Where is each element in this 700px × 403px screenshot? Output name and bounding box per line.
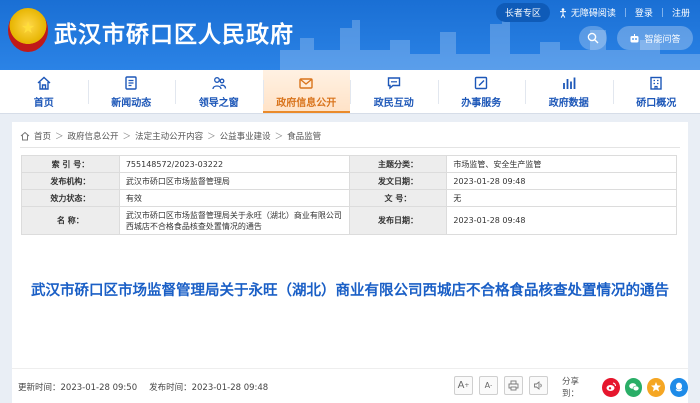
breadcrumb-item-public-welfare[interactable]: 公益事业建设 (220, 130, 271, 142)
nav-label: 办事服务 (461, 97, 502, 109)
nav-label: 首页 (33, 97, 54, 109)
issue-date-label: 发文日期： (348, 172, 448, 190)
nav-label: 政府数据 (548, 97, 589, 109)
nav-label: 政民互动 (373, 97, 414, 109)
document-meta-table: 索 引 号： 755148572/2023-03222 主题分类： 市场监管、安… (21, 155, 677, 235)
nav-item-home[interactable]: 首页 (0, 70, 88, 113)
accessibility-icon (559, 7, 566, 18)
smart-qa-label: 智能问答 (644, 34, 681, 45)
table-row: 名 称： 武汉市硚口区市场监督管理局关于永旺（湖北）商业有限公司西城店不合格食品… (21, 206, 677, 235)
weibo-icon (606, 382, 616, 391)
issuer-label: 发布机构： (21, 172, 120, 190)
share-bar: 分享到： (562, 375, 688, 399)
qq-icon (675, 382, 683, 392)
published-time: 发布时间：2023-01-28 09:48 (149, 383, 269, 393)
validity-value: 有效 (118, 189, 350, 207)
home-icon (37, 76, 51, 90)
topic-value: 市场监管、安全生产监管 (446, 155, 677, 173)
elder-mode-button[interactable]: 长者专区 (495, 3, 550, 22)
issuer-value: 武汉市硚口区市场监督管理局 (118, 172, 350, 190)
name-value: 武汉市硚口区市场监督管理局关于永旺（湖北）商业有限公司西城店不合格食品核查处置情… (118, 206, 350, 235)
share-label: 分享到： (562, 377, 580, 399)
share-qzone-button[interactable] (647, 377, 666, 397)
reading-tools: A + A- (454, 376, 548, 395)
breadcrumb-item-gov-info[interactable]: 政府信息公开 (68, 130, 119, 142)
issue-date-value: 2023-01-28 09:48 (446, 172, 677, 190)
article-title: 武汉市硚口区市场监督管理局关于永旺（湖北）商业有限公司西城店不合格食品核查处置情… (31, 283, 669, 299)
breadcrumb-item-food[interactable]: 食品监管 (287, 130, 321, 142)
nav-item-services[interactable]: 办事服务 (437, 70, 526, 113)
nav-item-gov-info[interactable]: 政府信息公开 (262, 70, 350, 113)
nav-label: 政府信息公开 (276, 97, 337, 109)
print-button[interactable] (504, 376, 523, 395)
share-weibo-button[interactable] (601, 377, 620, 397)
doc-no-value: 无 (446, 189, 677, 207)
font-larger-label: A (457, 380, 465, 391)
nav-item-data[interactable]: 政府数据 (525, 70, 613, 113)
nav-label: 新闻动态 (111, 97, 152, 109)
robot-icon (630, 33, 639, 42)
divider: | (660, 7, 664, 18)
leaders-icon (212, 76, 226, 89)
share-qq-button[interactable] (670, 377, 688, 397)
content-panel: 首页 ＞ 政府信息公开 ＞ 法定主动公开内容 ＞ 公益事业建设 ＞ 食品监管 索… (12, 122, 688, 403)
breadcrumb-separator: ＞ (207, 132, 216, 142)
table-row: 效力状态： 有效 文 号： 无 (21, 189, 677, 207)
table-row: 发布机构： 武汉市硚口区市场监督管理局 发文日期： 2023-01-28 09:… (21, 172, 677, 190)
divider (20, 147, 680, 148)
nav-item-interaction[interactable]: 政民互动 (350, 70, 438, 113)
divider: | (623, 7, 627, 18)
top-links: 长者专区 无障碍阅读 | 登录 | 注册 (495, 3, 690, 22)
name-label: 名 称： (21, 206, 120, 235)
nav-item-leaders[interactable]: 领导之窗 (175, 70, 263, 113)
chat-icon (387, 76, 400, 89)
main-nav: 首页 新闻动态 领导之窗 政府信息公开 政民互动 办事服务 政府数据 硚口概况 (0, 70, 700, 114)
national-emblem-icon[interactable]: ★ (8, 8, 48, 52)
search-button[interactable] (579, 26, 607, 50)
font-larger-button[interactable]: A + (454, 376, 473, 395)
validity-label: 效力状态： (21, 189, 120, 207)
index-label: 索 引 号： (21, 155, 120, 173)
divider (12, 368, 688, 369)
nav-item-news[interactable]: 新闻动态 (87, 70, 176, 113)
table-row: 索 引 号： 755148572/2023-03222 主题分类： 市场监管、安… (21, 155, 677, 173)
accessibility-label: 无障碍阅读 (570, 9, 616, 19)
site-title[interactable]: 武汉市硚口区人民政府 (54, 15, 294, 49)
news-icon (125, 75, 137, 90)
home-icon (20, 131, 30, 141)
speaker-icon (534, 381, 542, 390)
article-dates: 更新时间：2023-01-28 09:50 发布时间：2023-01-28 09… (18, 381, 268, 393)
wechat-icon (628, 383, 639, 392)
data-icon (562, 77, 576, 89)
publish-date-value: 2023-01-28 09:48 (446, 206, 677, 235)
search-icon (587, 32, 599, 44)
building-icon (650, 76, 662, 90)
publish-date-label: 发布日期： (348, 206, 448, 235)
smart-qa-button[interactable]: 智能问答 (617, 26, 693, 50)
nav-label: 硚口概况 (636, 97, 677, 109)
breadcrumb: 首页 ＞ 政府信息公开 ＞ 法定主动公开内容 ＞ 公益事业建设 ＞ 食品监管 (20, 130, 321, 142)
breadcrumb-item-statutory[interactable]: 法定主动公开内容 (135, 130, 203, 142)
updated-time: 更新时间：2023-01-28 09:50 (18, 383, 138, 393)
breadcrumb-separator: ＞ (55, 132, 64, 142)
login-link[interactable]: 登录 (635, 6, 653, 19)
read-aloud-button[interactable] (529, 376, 548, 395)
mail-icon (299, 77, 313, 89)
doc-no-label: 文 号： (348, 189, 448, 207)
nav-label: 领导之窗 (198, 97, 239, 109)
breadcrumb-separator: ＞ (122, 132, 132, 142)
index-value: 755148572/2023-03222 (118, 155, 350, 173)
print-icon (508, 380, 519, 391)
accessibility-link[interactable]: 无障碍阅读 (558, 6, 616, 19)
nav-item-overview[interactable]: 硚口概况 (612, 70, 700, 113)
register-link[interactable]: 注册 (672, 6, 690, 19)
share-wechat-button[interactable] (624, 377, 643, 397)
edit-icon (475, 76, 488, 89)
font-smaller-button[interactable]: A- (479, 376, 498, 395)
site-header: ★ 武汉市硚口区人民政府 长者专区 无障碍阅读 | 登录 | 注册 智能问答 (0, 0, 700, 70)
breadcrumb-item-home[interactable]: 首页 (34, 130, 51, 142)
breadcrumb-separator: ＞ (274, 132, 284, 142)
star-icon (651, 382, 662, 392)
topic-label: 主题分类： (348, 155, 448, 173)
